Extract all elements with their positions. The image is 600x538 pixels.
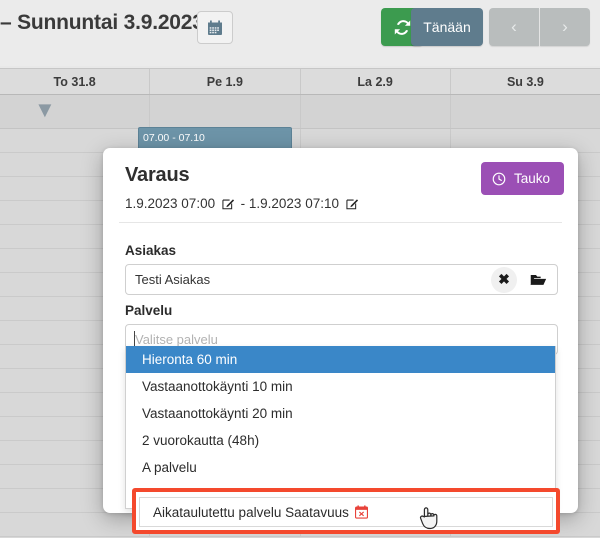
clock-icon [492, 172, 506, 185]
calendar-x-icon [354, 505, 368, 519]
clear-customer-icon[interactable]: ✖ [491, 266, 517, 293]
app-root: – Sunnuntai 3.9.2023 Tänään ‹ › To 31.8 … [0, 0, 600, 538]
all-day-row: ▼ [0, 95, 600, 129]
day-column-header[interactable]: To 31.8 [0, 69, 151, 94]
customer-input-wrap[interactable]: Testi Asiakas ✖ [125, 264, 558, 295]
chevron-down-icon[interactable]: ▼ [34, 99, 56, 121]
toolbar: – Sunnuntai 3.9.2023 Tänään ‹ › [0, 0, 600, 66]
today-button-label: Tänään [423, 19, 471, 35]
calendar-picker-button[interactable] [197, 11, 233, 44]
highlight-annotation: Aikataulutettu palvelu Saatavuus [132, 488, 560, 534]
all-day-cell[interactable] [150, 95, 301, 128]
prev-button[interactable]: ‹ [489, 8, 539, 46]
service-input[interactable]: Valitse palvelu [126, 332, 557, 347]
dropdown-option[interactable]: Hieronta 60 min [126, 346, 555, 373]
break-button[interactable]: Tauko [480, 162, 564, 195]
modal-header: Varaus 1.9.2023 07:00 - 1.9.2023 07:10 T… [103, 148, 578, 222]
booking-modal: Varaus 1.9.2023 07:00 - 1.9.2023 07:10 T… [103, 148, 578, 513]
modal-datetime-range: 1.9.2023 07:00 - 1.9.2023 07:10 [125, 196, 558, 213]
calendar-event[interactable]: 07.00 - 07.10 [138, 127, 292, 150]
service-label: Palvelu [125, 303, 173, 318]
day-column-header[interactable]: Su 3.9 [451, 69, 600, 94]
dropdown-option[interactable]: 2 vuorokautta (48h) [126, 427, 555, 454]
day-column-header[interactable]: La 2.9 [301, 69, 451, 94]
calendar-day-header: To 31.8 Pe 1.9 La 2.9 Su 3.9 [0, 68, 600, 95]
customer-label: Asiakas [125, 243, 177, 258]
time-slot-cell[interactable] [0, 513, 151, 536]
service-dropdown[interactable]: Hieronta 60 min Vastaanottokäynti 10 min… [125, 346, 556, 509]
all-day-cell[interactable] [301, 95, 451, 128]
break-button-label: Tauko [513, 171, 550, 186]
nav-button-group: ‹ › [489, 8, 590, 46]
datetime-start: 1.9.2023 07:00 [125, 196, 216, 211]
dropdown-option[interactable]: Vastaanottokäynti 20 min [126, 400, 555, 427]
customer-input[interactable]: Testi Asiakas [126, 272, 491, 287]
datetime-separator: - [240, 196, 246, 211]
all-day-cell[interactable]: ▼ [0, 95, 151, 128]
today-button[interactable]: Tänään [411, 8, 483, 46]
chevron-right-icon: › [562, 17, 568, 36]
dropdown-option-highlighted[interactable]: Aikataulutettu palvelu Saatavuus [139, 497, 553, 527]
calendar-icon [208, 20, 222, 35]
chevron-left-icon: ‹ [511, 17, 517, 36]
all-day-cell[interactable] [451, 95, 600, 128]
page-title: – Sunnuntai 3.9.2023 [0, 11, 204, 34]
next-button[interactable]: › [540, 8, 590, 46]
dropdown-option-highlighted-label: Aikataulutettu palvelu Saatavuus [153, 504, 349, 520]
datetime-end: 1.9.2023 07:10 [248, 196, 339, 211]
edit-end-icon[interactable] [346, 197, 359, 213]
modal-body: Asiakas Testi Asiakas ✖ Palvelu Valitse … [103, 223, 578, 355]
calendar-event-time: 07.00 - 07.10 [143, 132, 205, 144]
dropdown-option[interactable]: A palvelu [126, 454, 555, 481]
refresh-icon [394, 19, 410, 35]
day-column-header[interactable]: Pe 1.9 [150, 69, 301, 94]
browse-customer-icon[interactable] [523, 273, 553, 287]
edit-start-icon[interactable] [222, 197, 235, 213]
dropdown-option[interactable]: Vastaanottokäynti 10 min [126, 373, 555, 400]
